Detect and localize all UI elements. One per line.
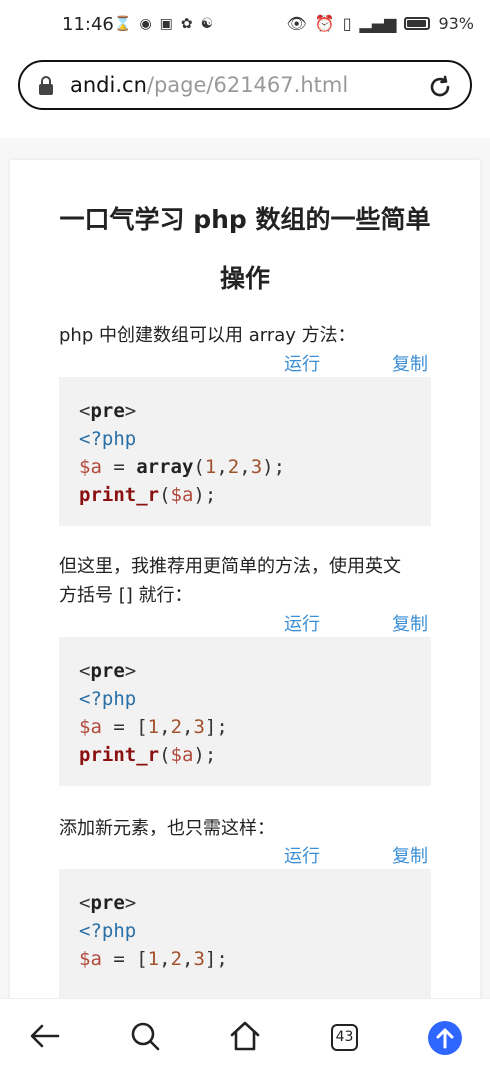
url-text[interactable]: andi.cn/page/621467.html (70, 73, 348, 97)
status-system-icons: 👁 ⏰ ▯ ▂▄▆ 93% (286, 14, 474, 33)
section1-run-link[interactable]: 运行 (284, 350, 320, 376)
terminal-icon: ▣ (159, 16, 173, 32)
article-title-line1: 一口气学习 php 数组的一些简单 (59, 205, 431, 234)
wechat-icon: ✿ (180, 16, 193, 32)
battery-icon (404, 17, 431, 30)
lock-icon (39, 76, 53, 95)
arrow-up-icon (436, 1028, 454, 1049)
signal-icon: ▂▄▆ (359, 14, 397, 33)
section2-actions: 运行 复制 (10, 610, 480, 636)
hourglass-icon: ⌛ (114, 16, 132, 32)
section3-actions: 运行 复制 (10, 842, 480, 868)
battery-percent: 93% (438, 14, 474, 33)
section2-text-line2: 方括号 [] 就行： (59, 585, 193, 606)
alipay-icon: ☯ (200, 16, 214, 32)
alarm-icon: ⏰ (314, 14, 335, 33)
section1-text: php 中创建数组可以用 array 方法： (59, 325, 356, 346)
code-line: <?php (79, 428, 137, 450)
code-line: $a = [1,2,3]; (79, 716, 228, 738)
section1-actions: 运行 复制 (10, 350, 480, 376)
code-line: <?php (79, 688, 137, 710)
article-card: 一口气学习 php 数组的一些简单 操作 php 中创建数组可以用 array … (10, 160, 480, 1073)
browser-toolbar: andi.cn/page/621467.html (0, 52, 490, 138)
section2-run-link[interactable]: 运行 (284, 610, 320, 636)
code-line: $a = array(1,2,3); (79, 456, 286, 478)
section2-code-block: <pre> <?php $a = [1,2,3]; print_r($a); (59, 637, 431, 786)
address-bar[interactable]: andi.cn/page/621467.html (18, 60, 472, 110)
app-badge-icon: ◉ (139, 16, 152, 32)
search-icon[interactable] (128, 1019, 162, 1053)
scroll-top-button[interactable] (428, 1021, 462, 1055)
code-line: print_r($a); (79, 744, 217, 766)
section2-text-line1: 但这里，我推荐用更简单的方法，使用英文 (59, 556, 401, 577)
eye-icon: 👁 (286, 14, 307, 33)
section3-copy-link[interactable]: 复制 (392, 842, 428, 868)
code-line: <pre> (79, 660, 137, 682)
section1-code-block: <pre> <?php $a = array(1,2,3); print_r($… (59, 377, 431, 526)
section1-copy-link[interactable]: 复制 (392, 350, 428, 376)
code-line: <pre> (79, 892, 137, 914)
status-time: 11:46 (62, 14, 114, 35)
url-path: /page/621467.html (146, 73, 349, 97)
home-icon[interactable] (228, 1019, 262, 1053)
tab-count: 43 (335, 1029, 354, 1045)
section3-run-link[interactable]: 运行 (284, 842, 320, 868)
code-line: <?php (79, 920, 137, 942)
battery-fill (407, 20, 426, 27)
code-line: print_r($a); (79, 484, 217, 506)
section3-text: 添加新元素，也只需这样： (59, 818, 275, 839)
url-host: andi.cn (70, 73, 147, 97)
vibrate-icon: ▯ (342, 14, 352, 33)
back-arrow-icon[interactable] (28, 1019, 62, 1053)
code-line: $a = [1,2,3]; (79, 948, 228, 970)
status-notification-icons: ⌛ ◉ ▣ ✿ ☯ (114, 16, 213, 32)
article-title-line2: 操作 (219, 264, 270, 293)
bottom-nav: 43 (0, 998, 490, 1074)
status-bar: 11:46 ⌛ ◉ ▣ ✿ ☯ 👁 ⏰ ▯ ▂▄▆ 93% (0, 0, 490, 52)
code-line: <pre> (79, 400, 137, 422)
reload-icon[interactable] (426, 73, 454, 101)
section2-copy-link[interactable]: 复制 (392, 610, 428, 636)
tabs-icon[interactable]: 43 (331, 1024, 358, 1051)
